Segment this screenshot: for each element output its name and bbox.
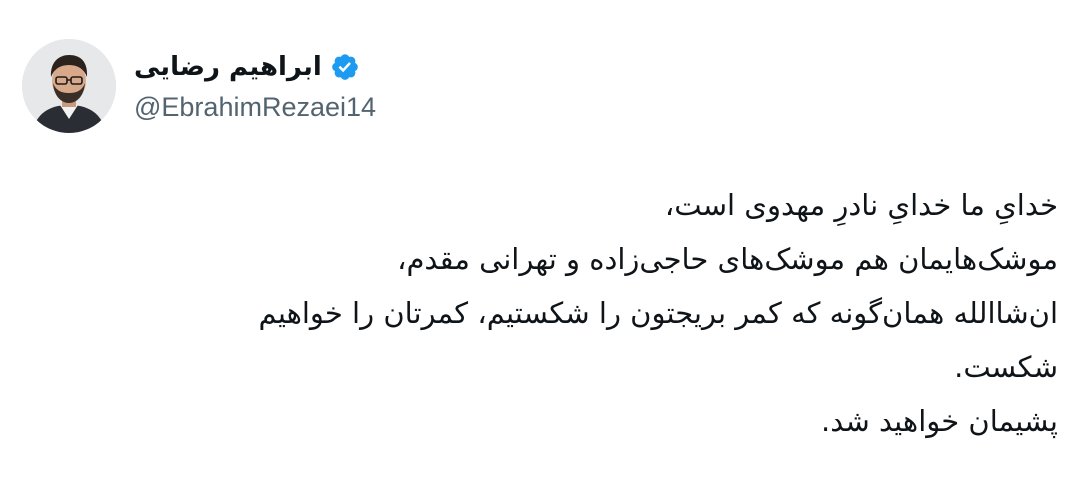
tweet-text-line: شکست. (954, 350, 1058, 384)
tweet-header: ابراهیم رضایی @EbrahimRezaei14 (22, 38, 376, 134)
display-name-row: ابراهیم رضایی (134, 47, 376, 87)
tweet-text-line: ان‌شاالله همان‌گونه که کمر بریجتون را شک… (258, 296, 1058, 330)
tweet-text: خدایِ ما خدایِ نادرِ مهدوی است، موشک‌های… (98, 178, 1058, 448)
verified-badge-icon (331, 54, 358, 80)
avatar[interactable] (22, 39, 116, 133)
tweet-card: ابراهیم رضایی @EbrahimRezaei14 خدایِ ما … (0, 0, 1080, 492)
display-name[interactable]: ابراهیم رضایی (134, 47, 322, 87)
username-handle[interactable]: @EbrahimRezaei14 (134, 89, 376, 125)
tweet-text-line: پشیمان خواهید شد. (821, 404, 1058, 438)
tweet-text-line: خدایِ ما خدایِ نادرِ مهدوی است، (664, 188, 1058, 222)
author-names: ابراهیم رضایی @EbrahimRezaei14 (134, 47, 376, 125)
tweet-text-line: موشک‌هایمان هم موشک‌های حاجی‌زاده و تهرا… (397, 242, 1058, 276)
avatar-portrait-icon (22, 39, 116, 133)
